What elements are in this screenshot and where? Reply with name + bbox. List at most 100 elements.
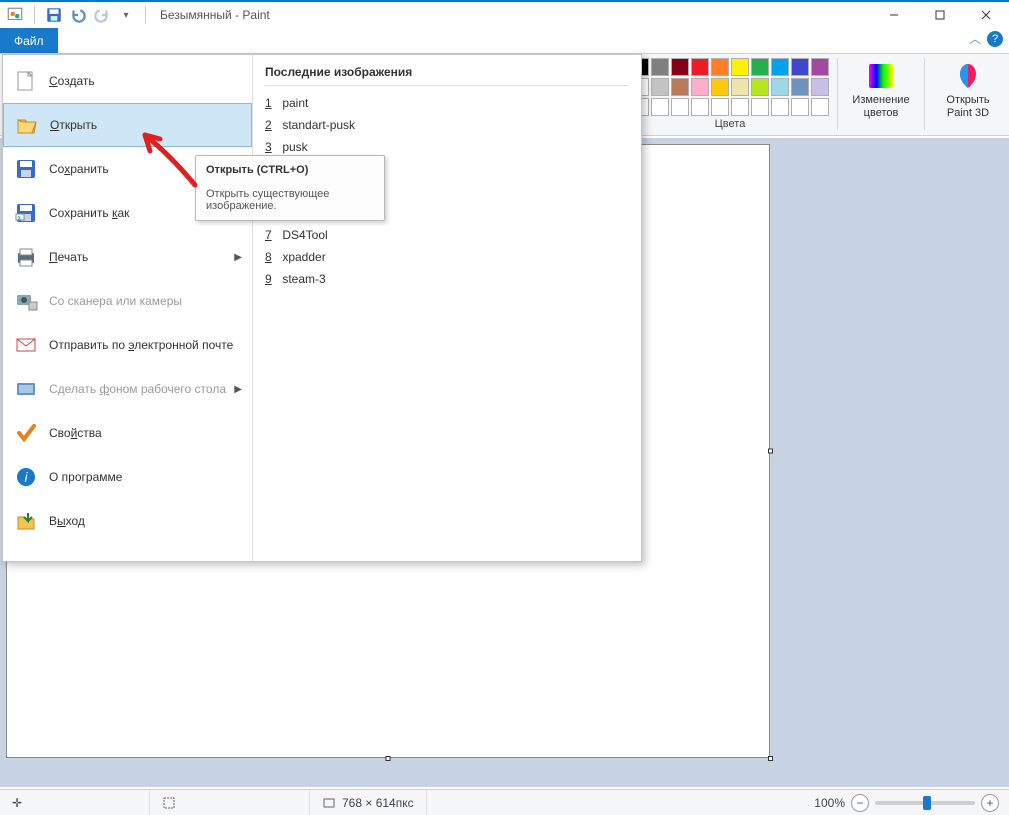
resize-handle-bottom[interactable] — [386, 756, 391, 761]
color-swatch[interactable] — [651, 78, 669, 96]
crosshair-icon: ✛ — [12, 796, 22, 810]
paint-app-icon — [6, 6, 24, 24]
color-swatch[interactable] — [651, 98, 669, 116]
recent-item[interactable]: 2 standart-pusk — [265, 114, 629, 136]
zoom-in-button[interactable]: + — [981, 794, 999, 812]
redo-icon[interactable] — [93, 6, 111, 24]
color-swatch[interactable] — [811, 58, 829, 76]
color-palette[interactable] — [631, 58, 829, 116]
file-menu-item-label: Со сканера или камеры — [49, 294, 182, 308]
color-swatch[interactable] — [791, 98, 809, 116]
file-menu-item-icon — [13, 244, 39, 270]
color-swatch[interactable] — [671, 78, 689, 96]
color-swatch[interactable] — [731, 58, 749, 76]
zoom-slider[interactable] — [875, 801, 975, 805]
ribbon-collapse-icon[interactable]: ︿ — [969, 30, 981, 47]
zoom-out-button[interactable]: − — [851, 794, 869, 812]
recent-title: Последние изображения — [265, 65, 629, 79]
canvas-size-text: 768 × 614пкс — [342, 796, 414, 810]
color-swatch[interactable] — [651, 58, 669, 76]
recent-item-number: 7 — [265, 224, 279, 246]
save-icon[interactable] — [45, 6, 63, 24]
cursor-position: ✛ — [0, 790, 150, 815]
color-swatch[interactable] — [731, 98, 749, 116]
color-swatch[interactable] — [751, 58, 769, 76]
color-swatch[interactable] — [711, 98, 729, 116]
help-icon[interactable]: ? — [987, 31, 1003, 47]
color-swatch[interactable] — [671, 58, 689, 76]
recent-item[interactable]: 8 xpadder — [265, 246, 629, 268]
file-menu-item-1[interactable]: Открыть — [3, 103, 252, 147]
tooltip-title: Открыть (CTRL+O) — [206, 164, 308, 176]
qat-dropdown-icon[interactable]: ▾ — [117, 6, 135, 24]
color-swatch[interactable] — [711, 58, 729, 76]
undo-icon[interactable] — [69, 6, 87, 24]
resize-handle-corner[interactable] — [768, 756, 773, 761]
file-menu-item-icon: i — [13, 464, 39, 490]
file-menu-items: СоздатьОткрытьСохранитьСохранить как▶Печ… — [3, 55, 253, 561]
submenu-arrow-icon: ▶ — [234, 384, 242, 395]
edit-colors-icon — [865, 60, 897, 92]
selection-icon — [162, 796, 176, 810]
file-menu-item-icon — [13, 68, 39, 94]
file-menu-item-icon — [13, 200, 39, 226]
zoom-slider-thumb[interactable] — [923, 796, 931, 810]
tooltip: Открыть (CTRL+O) Открыть существующее из… — [195, 155, 385, 221]
color-swatch[interactable] — [771, 58, 789, 76]
recent-item-number: 9 — [265, 268, 279, 290]
file-menu-item-icon — [13, 508, 39, 534]
paint3d-label-1: Открыть — [946, 94, 989, 107]
file-menu-item-label: Отправить по электронной почте — [49, 338, 233, 352]
recent-item-number: 8 — [265, 246, 279, 268]
maximize-button[interactable] — [917, 2, 963, 28]
status-bar: ✛ 768 × 614пкс 100% − + — [0, 789, 1009, 815]
ribbon-tabs: Файл ︿ ? — [0, 28, 1009, 54]
color-swatch[interactable] — [691, 78, 709, 96]
submenu-arrow-icon: ▶ — [234, 252, 242, 263]
file-menu-item-9[interactable]: iО программе — [3, 455, 252, 499]
color-swatch[interactable] — [791, 58, 809, 76]
file-menu-item-label: Открыть — [50, 118, 97, 132]
recent-item[interactable]: 7 DS4Tool — [265, 224, 629, 246]
color-swatch[interactable] — [691, 98, 709, 116]
recent-panel: Последние изображения 1 paint2 standart-… — [253, 55, 641, 561]
edit-colors-label: Изменение цветов — [846, 94, 916, 120]
file-menu-item-6[interactable]: Отправить по электронной почте — [3, 323, 252, 367]
file-menu-item-icon — [13, 420, 39, 446]
color-swatch[interactable] — [771, 78, 789, 96]
tooltip-body: Открыть существующее изображение. — [206, 188, 329, 212]
recent-item[interactable]: 9 steam-3 — [265, 268, 629, 290]
edit-colors-button[interactable]: Изменение цветов — [846, 58, 916, 120]
file-menu-item-7: Сделать фоном рабочего стола▶ — [3, 367, 252, 411]
color-swatch[interactable] — [711, 78, 729, 96]
window-title: Безымянный - Paint — [160, 8, 270, 22]
color-swatch[interactable] — [671, 98, 689, 116]
close-button[interactable] — [963, 2, 1009, 28]
color-swatch[interactable] — [811, 78, 829, 96]
resize-handle-right[interactable] — [768, 449, 773, 454]
file-menu-item-10[interactable]: Выход — [3, 499, 252, 543]
color-swatch[interactable] — [811, 98, 829, 116]
recent-item-number: 2 — [265, 114, 279, 136]
file-menu-item-0[interactable]: Создать — [3, 59, 252, 103]
color-swatch[interactable] — [791, 78, 809, 96]
quick-access-toolbar: ▾ — [0, 6, 150, 24]
file-menu-item-5: Со сканера или камеры — [3, 279, 252, 323]
color-swatch[interactable] — [731, 78, 749, 96]
color-swatch[interactable] — [691, 58, 709, 76]
file-menu-item-4[interactable]: Печать ▶ — [3, 235, 252, 279]
file-menu-item-icon — [13, 332, 39, 358]
color-swatch[interactable] — [751, 98, 769, 116]
color-swatch[interactable] — [751, 78, 769, 96]
file-menu-item-8[interactable]: Свойства — [3, 411, 252, 455]
file-tab[interactable]: Файл — [0, 28, 58, 53]
file-menu-item-label: Печать — [49, 250, 88, 264]
open-paint3d-button[interactable]: Открыть Paint 3D — [933, 58, 1003, 120]
file-menu-item-icon — [13, 288, 39, 314]
color-swatch[interactable] — [771, 98, 789, 116]
recent-item[interactable]: 1 paint — [265, 92, 629, 114]
minimize-button[interactable] — [871, 2, 917, 28]
zoom-controls: 100% − + — [814, 794, 1009, 812]
selection-size — [150, 790, 310, 815]
file-menu-item-label: Сохранить как — [49, 206, 129, 220]
